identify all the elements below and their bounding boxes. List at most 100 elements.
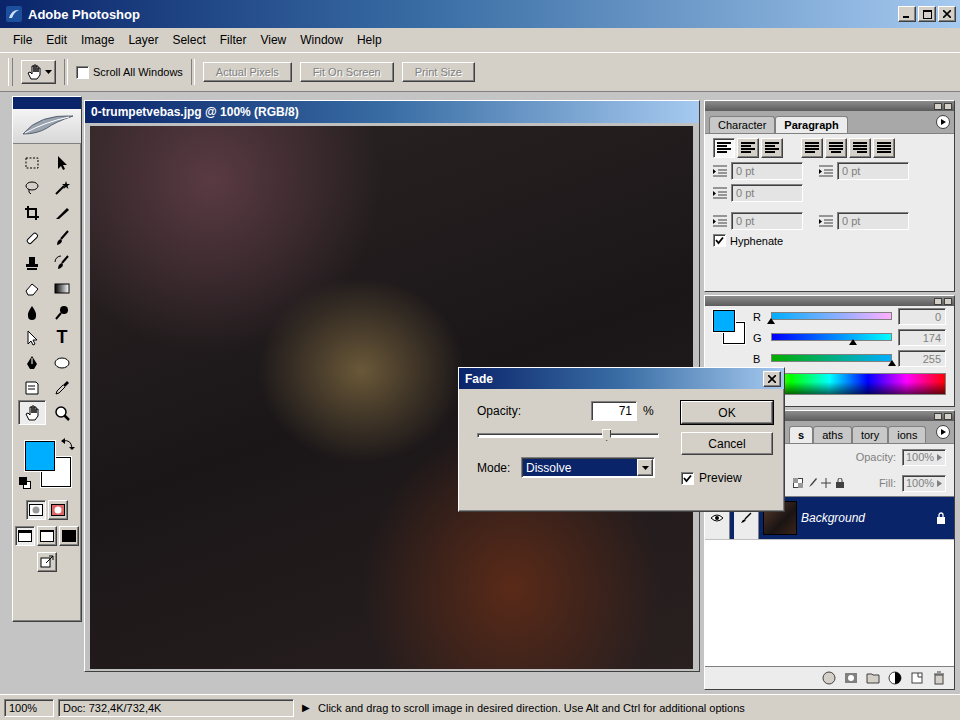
menu-item[interactable]: View	[253, 31, 293, 49]
menu-item[interactable]: Help	[350, 31, 389, 49]
foreground-color-swatch[interactable]	[25, 441, 55, 471]
channel-thumb[interactable]	[767, 318, 775, 324]
opacity-input[interactable]: 71	[591, 401, 637, 421]
marquee-tool[interactable]	[18, 150, 46, 175]
panel-minimize-button[interactable]	[934, 413, 942, 420]
alignment-button[interactable]	[849, 138, 871, 158]
tool-preset-picker[interactable]	[21, 60, 56, 84]
channel-value[interactable]: 255	[898, 350, 946, 367]
menu-item[interactable]: Image	[74, 31, 121, 49]
close-button[interactable]	[938, 6, 956, 22]
brush-tool[interactable]	[48, 225, 76, 250]
preview-checkbox[interactable]: Preview	[681, 471, 773, 485]
panel-menu-button[interactable]	[936, 115, 950, 129]
menu-item[interactable]: Edit	[39, 31, 74, 49]
magic-wand-tool[interactable]	[48, 175, 76, 200]
opacity-slider[interactable]	[477, 429, 659, 443]
toolbox-header[interactable]	[13, 97, 81, 109]
indent-field[interactable]: 0 pt	[837, 162, 909, 180]
panel-tab[interactable]: Character	[709, 116, 775, 133]
channel-slider[interactable]	[771, 352, 892, 366]
channel-value[interactable]: 174	[898, 329, 946, 346]
mode-dropdown-button[interactable]	[637, 459, 653, 476]
menu-item[interactable]: Window	[293, 31, 350, 49]
indent-field[interactable]: 0 pt	[731, 184, 803, 202]
slice-tool[interactable]	[48, 200, 76, 225]
document-title-bar[interactable]: 0-trumpetvebas.jpg @ 100% (RGB/8)	[85, 101, 699, 123]
channel-thumb[interactable]	[888, 360, 896, 366]
dialog-button[interactable]: Cancel	[681, 432, 773, 455]
view-button[interactable]: Fit On Screen	[300, 62, 394, 82]
eraser-tool[interactable]	[18, 275, 46, 300]
shape-tool[interactable]	[48, 350, 76, 375]
mode-select[interactable]: Dissolve	[521, 457, 655, 478]
panel-menu-button[interactable]	[936, 425, 950, 439]
dialog-close-button[interactable]	[763, 371, 781, 387]
panel-tab[interactable]: s	[789, 426, 813, 443]
opacity-field[interactable]: 100%	[902, 449, 946, 466]
panel-tab[interactable]: ions	[888, 426, 926, 443]
quick-mask-button[interactable]	[26, 500, 46, 520]
view-button[interactable]: Actual Pixels	[203, 62, 292, 82]
menu-item[interactable]: Select	[165, 31, 212, 49]
alignment-button[interactable]	[801, 138, 823, 158]
dialog-button[interactable]: OK	[681, 401, 773, 424]
healing-brush-tool[interactable]	[18, 225, 46, 250]
fill-field[interactable]: 100%	[902, 475, 946, 492]
slider-thumb[interactable]	[602, 429, 611, 441]
minimize-button[interactable]	[898, 6, 916, 22]
lasso-tool[interactable]	[18, 175, 46, 200]
pen-tool[interactable]	[18, 350, 46, 375]
alignment-button[interactable]	[737, 138, 759, 158]
scroll-all-windows-checkbox[interactable]: Scroll All Windows	[76, 66, 183, 79]
type-tool[interactable]: T	[48, 325, 76, 350]
alignment-button[interactable]	[873, 138, 895, 158]
clone-stamp-tool[interactable]	[18, 250, 46, 275]
foreground-color-swatch[interactable]	[713, 310, 735, 332]
screen-mode-button[interactable]	[37, 526, 57, 546]
status-menu-arrow[interactable]: ▶	[298, 702, 314, 713]
checkbox-box[interactable]	[681, 472, 694, 485]
panel-close-button[interactable]	[944, 298, 952, 305]
toolbox-logo[interactable]	[13, 109, 81, 144]
maximize-button[interactable]	[918, 6, 936, 22]
panel-tab[interactable]: tory	[852, 426, 888, 443]
checkbox-box[interactable]	[76, 66, 89, 79]
indent-field[interactable]: 0 pt	[731, 212, 803, 230]
menu-item[interactable]: Layer	[121, 31, 165, 49]
alignment-button[interactable]	[825, 138, 847, 158]
panel-close-button[interactable]	[944, 413, 952, 420]
zoom-tool[interactable]	[48, 400, 76, 425]
indent-field[interactable]: 0 pt	[837, 212, 909, 230]
panel-tab[interactable]: aths	[813, 426, 852, 443]
panel-tab[interactable]: Paragraph	[775, 116, 847, 133]
dodge-tool[interactable]	[48, 300, 76, 325]
quick-mask-button[interactable]	[48, 500, 68, 520]
menu-item[interactable]: Filter	[213, 31, 254, 49]
panel-strip[interactable]	[705, 101, 954, 111]
alignment-button[interactable]	[713, 138, 735, 158]
eyedropper-tool[interactable]	[48, 375, 76, 400]
blur-tool[interactable]	[18, 300, 46, 325]
checkbox-box[interactable]	[713, 234, 726, 247]
screen-mode-button[interactable]	[15, 526, 35, 546]
swap-colors[interactable]	[61, 437, 75, 451]
channel-slider[interactable]	[771, 331, 892, 345]
crop-tool[interactable]	[18, 200, 46, 225]
indent-field[interactable]: 0 pt	[731, 162, 803, 180]
notes-tool[interactable]	[18, 375, 46, 400]
options-grip[interactable]	[8, 58, 13, 86]
panel-minimize-button[interactable]	[934, 103, 942, 110]
menu-item[interactable]: File	[6, 31, 39, 49]
jump-to-imageready-button[interactable]	[37, 552, 57, 572]
channel-value[interactable]: 0	[898, 308, 946, 325]
channel-thumb[interactable]	[849, 339, 857, 345]
panel-close-button[interactable]	[944, 103, 952, 110]
move-tool[interactable]	[48, 150, 76, 175]
zoom-field[interactable]: 100%	[4, 699, 54, 717]
channel-slider[interactable]	[771, 310, 892, 324]
view-button[interactable]: Print Size	[402, 62, 475, 82]
gradient-tool[interactable]	[48, 275, 76, 300]
alignment-button[interactable]	[761, 138, 783, 158]
history-brush-tool[interactable]	[48, 250, 76, 275]
